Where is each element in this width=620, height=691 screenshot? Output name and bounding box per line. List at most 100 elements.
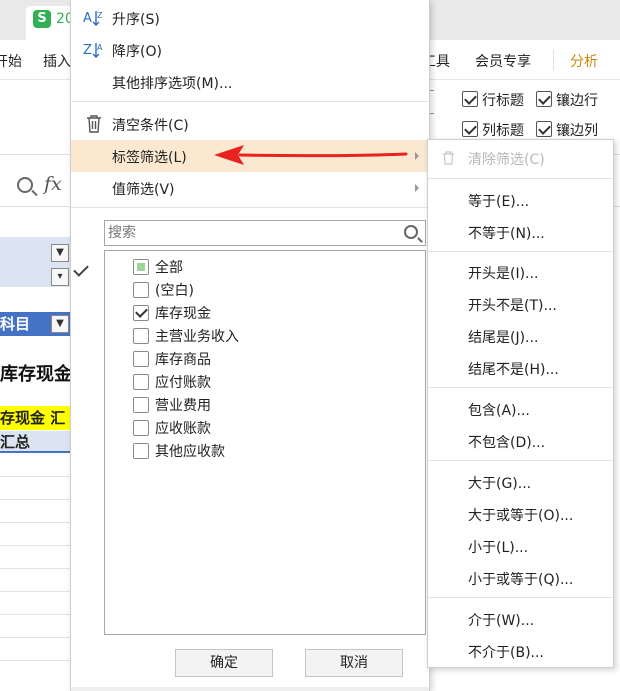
checkbox[interactable] [133, 305, 149, 321]
list-item[interactable]: 应收账款 [133, 417, 393, 440]
list-item[interactable]: 其他应收款 [133, 440, 393, 463]
svg-text:Z: Z [83, 43, 92, 58]
not-between-item[interactable]: 不介于(B)... [428, 636, 613, 666]
menu-start[interactable]: 开始 [0, 51, 22, 71]
cell-highlighted[interactable]: 存现金 汇 [0, 406, 70, 430]
row-header-filter-icon[interactable]: ▼ [51, 315, 69, 333]
cell-account[interactable]: 库存现金 [0, 360, 72, 386]
less-equal-label: 小于或等于(Q)... [468, 572, 574, 588]
fx-icon[interactable]: fx [44, 173, 62, 195]
not-contains-item[interactable]: 不包含(D)... [428, 426, 613, 456]
column-header-label: 列标题 [482, 123, 524, 139]
gridline [0, 614, 70, 615]
equals-item[interactable]: 等于(E)... [428, 185, 613, 215]
less-label: 小于(L)... [468, 540, 529, 556]
gridline [0, 522, 70, 523]
menu-insert[interactable]: 插入 [43, 51, 71, 71]
more-sort-options-item[interactable]: 其他排序选项(M)... [71, 66, 429, 98]
cancel-button[interactable]: 取消 [305, 649, 403, 677]
begins-with-item[interactable]: 开头是(I)... [428, 257, 613, 287]
list-item[interactable]: 库存商品 [133, 348, 393, 371]
submenu-arrow-icon [415, 184, 419, 192]
submenu-divider [428, 460, 613, 461]
sort-descending-item[interactable]: Z A 降序(O) [71, 34, 429, 66]
list-item[interactable]: (空白) [133, 279, 393, 302]
submenu-divider [428, 387, 613, 388]
svg-text:Z: Z [97, 11, 103, 20]
menu-divider [71, 207, 429, 208]
not-equals-item[interactable]: 不等于(N)... [428, 217, 613, 247]
checkbox[interactable] [133, 351, 149, 367]
less-equal-item[interactable]: 小于或等于(Q)... [428, 563, 613, 593]
equals-label: 等于(E)... [468, 194, 530, 210]
filter-context-menu: A Z 升序(S) Z A 降序(O) 其他排序选项(M)... 清空条件(C)… [70, 0, 430, 691]
svg-text:A: A [97, 43, 103, 52]
not-equals-label: 不等于(N)... [468, 226, 545, 242]
menu-separator [553, 50, 554, 70]
list-item-all[interactable]: 全部 [133, 256, 393, 279]
greater-equal-label: 大于或等于(O)... [468, 508, 574, 524]
pivot-filter-icon[interactable]: ▼ [51, 244, 69, 262]
checkbox-all[interactable] [133, 259, 149, 275]
checkbox[interactable] [133, 374, 149, 390]
clear-filter-item: 清除筛选(C) [428, 143, 613, 173]
sort-ascending-label: 升序(S) [112, 12, 160, 28]
menu-bottom-bar [71, 687, 429, 691]
list-item[interactable]: 营业费用 [133, 394, 393, 417]
not-begins-with-item[interactable]: 开头不是(T)... [428, 289, 613, 319]
wps-logo-icon: S [33, 10, 51, 28]
list-item-label: 全部 [155, 260, 183, 276]
list-item[interactable]: 应付账款 [133, 371, 393, 394]
gridline [0, 660, 70, 661]
contains-item[interactable]: 包含(A)... [428, 394, 613, 424]
annotation-arrow-icon [214, 145, 408, 165]
between-item[interactable]: 介于(W)... [428, 604, 613, 634]
trash-icon [443, 151, 454, 165]
more-sort-options-label: 其他排序选项(M)... [112, 76, 233, 92]
greater-item[interactable]: 大于(G)... [428, 467, 613, 497]
not-begins-with-label: 开头不是(T)... [468, 298, 557, 314]
checkbox[interactable] [133, 443, 149, 459]
search-icon[interactable] [404, 225, 418, 239]
not-ends-with-item[interactable]: 结尾不是(H)... [428, 353, 613, 383]
row-header-checkbox[interactable] [462, 91, 478, 107]
list-item[interactable]: 主营业务收入 [133, 325, 393, 348]
ends-with-item[interactable]: 结尾是(J)... [428, 321, 613, 351]
banded-rows-checkbox[interactable] [536, 91, 552, 107]
zoom-icon[interactable] [17, 177, 33, 193]
gridline [0, 499, 70, 500]
submenu-arrow-icon [415, 152, 419, 160]
not-contains-label: 不包含(D)... [468, 435, 546, 451]
checkbox[interactable] [133, 397, 149, 413]
checkbox[interactable] [133, 328, 149, 344]
submenu-divider [428, 597, 613, 598]
column-header-checkbox[interactable] [462, 121, 478, 137]
gridline [0, 476, 70, 477]
list-item[interactable]: 库存现金 [133, 302, 393, 325]
sort-ascending-icon: A Z [83, 11, 103, 26]
less-item[interactable]: 小于(L)... [428, 531, 613, 561]
gridline [0, 591, 70, 592]
label-filter-submenu: 清除筛选(C) 等于(E)... 不等于(N)... 开头是(I)... 开头不… [427, 139, 614, 668]
trash-icon [87, 115, 101, 133]
menu-member[interactable]: 会员专享 [475, 51, 531, 71]
cell-total[interactable]: 汇总 [0, 431, 70, 453]
label-filter-label: 标签筛选(L) [112, 150, 187, 166]
row-header-label: 行标题 [482, 93, 524, 109]
checkbox[interactable] [133, 282, 149, 298]
filter-search-box[interactable] [104, 220, 426, 246]
list-item-label: 营业费用 [155, 398, 211, 414]
pivot-dropdown-icon[interactable]: ▾ [51, 268, 69, 286]
cell-total-text: 汇总 [0, 433, 31, 451]
filter-search-input[interactable] [108, 223, 398, 243]
menu-analyze[interactable]: 分析 [570, 51, 598, 71]
banded-columns-checkbox[interactable] [536, 121, 552, 137]
checkbox[interactable] [133, 420, 149, 436]
greater-equal-item[interactable]: 大于或等于(O)... [428, 499, 613, 529]
list-item-label: 应收账款 [155, 421, 211, 437]
value-filter-item[interactable]: 值筛选(V) [71, 172, 429, 204]
clear-conditions-item[interactable]: 清空条件(C) [71, 108, 429, 140]
sort-ascending-item[interactable]: A Z 升序(S) [71, 2, 429, 34]
contains-label: 包含(A)... [468, 403, 530, 419]
ok-button[interactable]: 确定 [175, 649, 273, 677]
